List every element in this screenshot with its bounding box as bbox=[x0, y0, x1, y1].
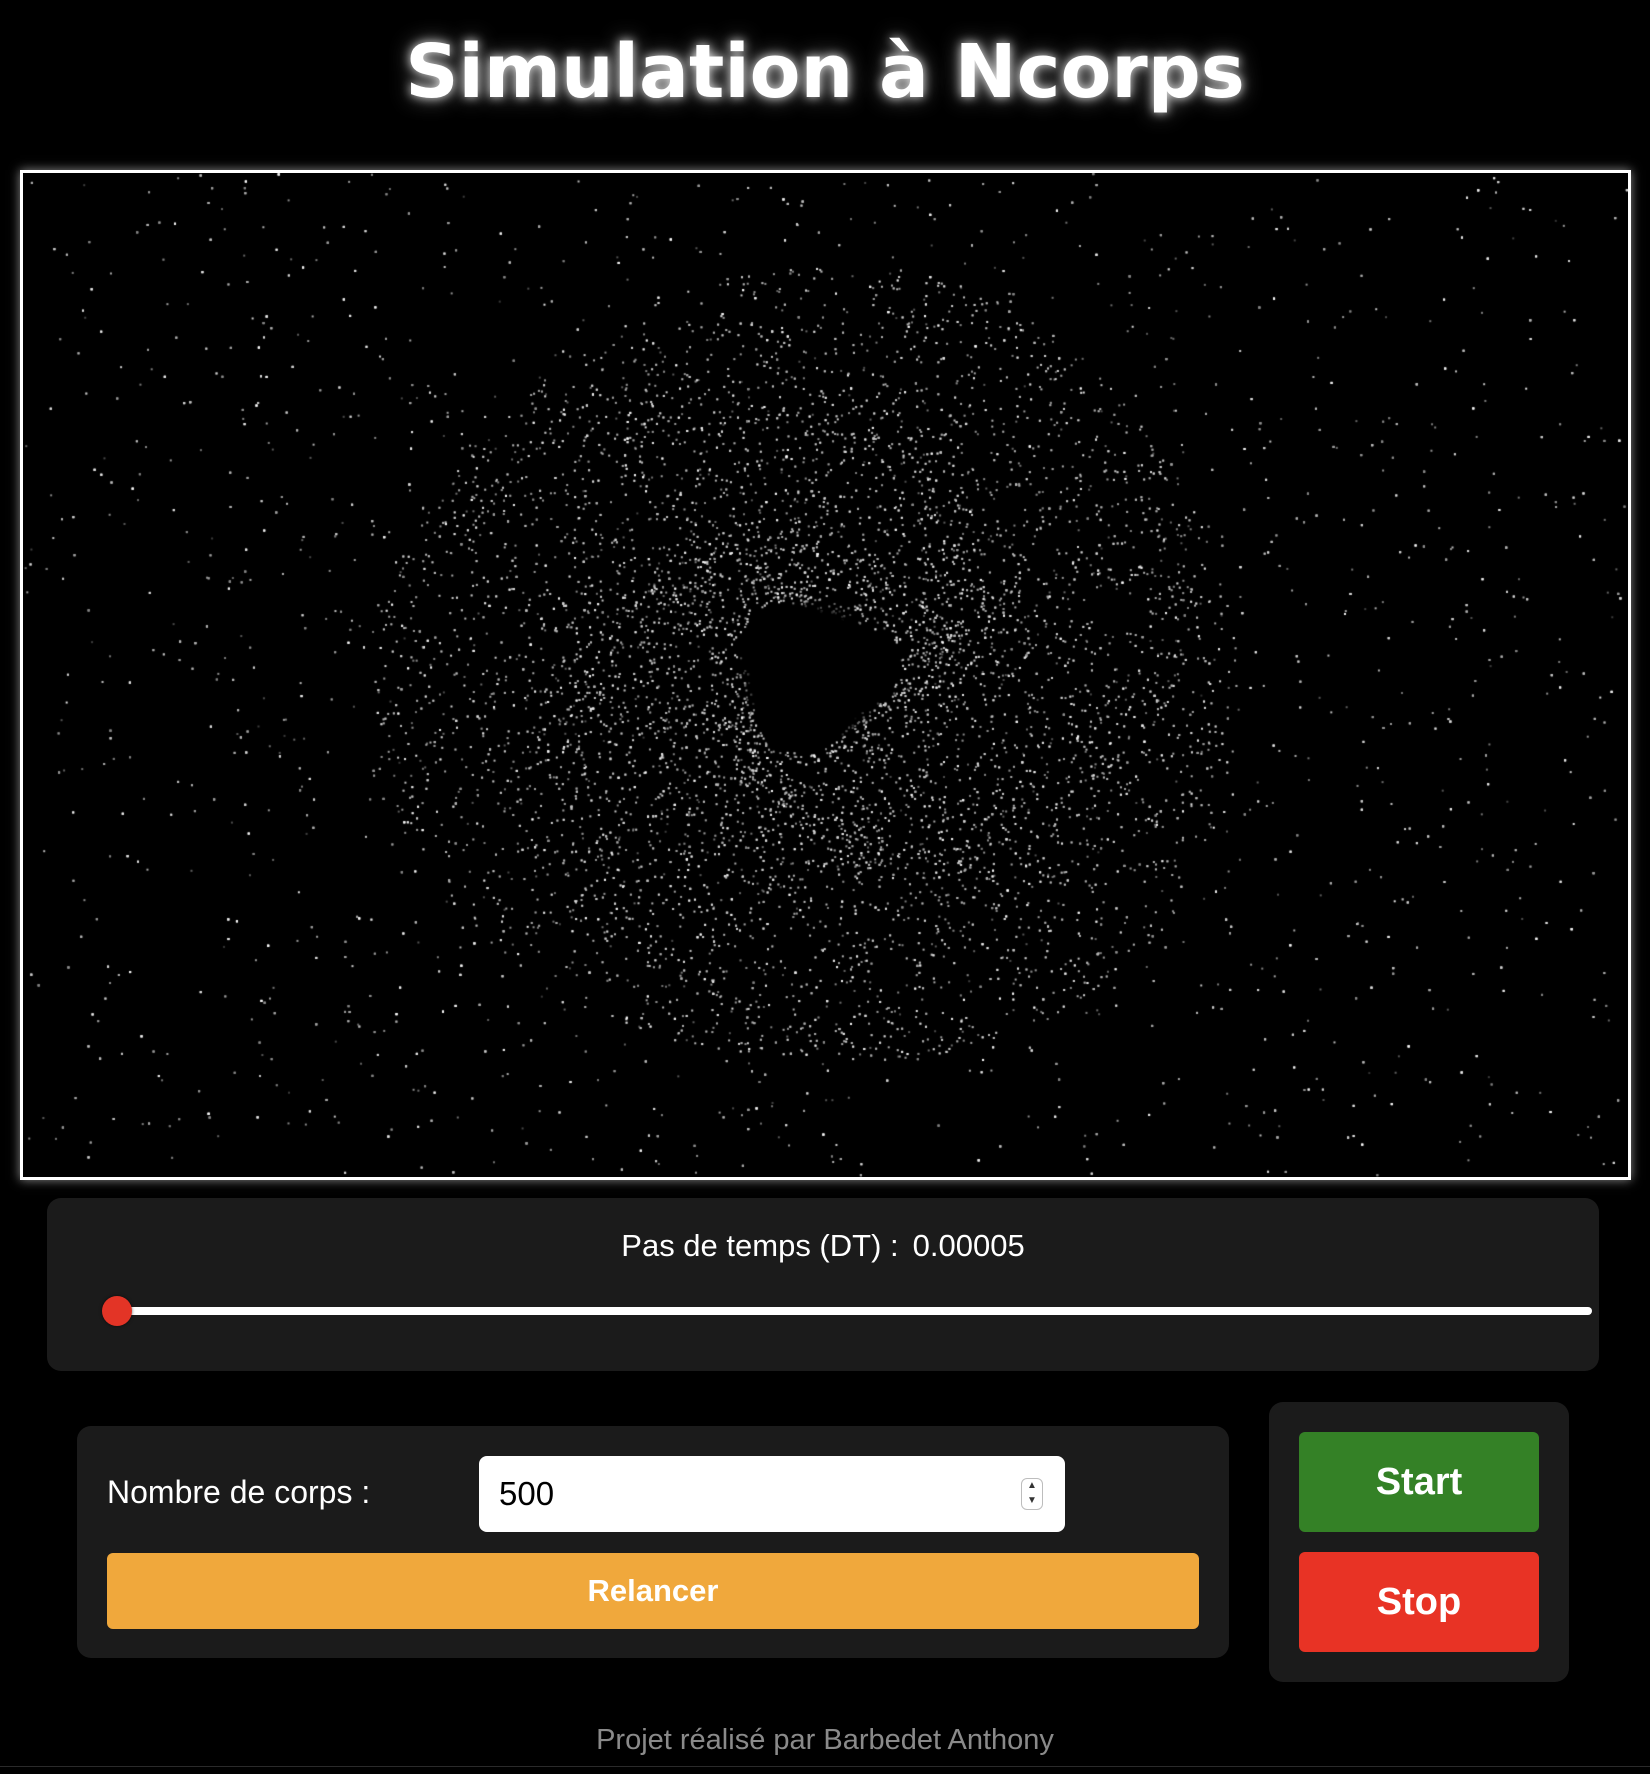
number-spinner[interactable]: ▲ ▼ bbox=[1021, 1478, 1043, 1510]
bodies-panel: Nombre de corps : 500 ▲ ▼ Relancer bbox=[77, 1426, 1229, 1658]
footer-divider bbox=[0, 1766, 1650, 1767]
bodies-count-input[interactable]: 500 ▲ ▼ bbox=[479, 1456, 1065, 1532]
timestep-value: 0.00005 bbox=[912, 1228, 1025, 1263]
footer-credit: Projet réalisé par Barbedet Anthony bbox=[596, 1724, 1054, 1756]
bodies-label: Nombre de corps : bbox=[107, 1474, 371, 1510]
page-title: Simulation à Ncorps bbox=[405, 29, 1245, 115]
slider-track[interactable] bbox=[114, 1307, 1592, 1315]
relaunch-button[interactable]: Relancer bbox=[107, 1553, 1199, 1629]
simulation-canvas[interactable] bbox=[23, 173, 1628, 1177]
stop-button[interactable]: Stop bbox=[1299, 1552, 1539, 1652]
slider-thumb[interactable] bbox=[102, 1296, 132, 1326]
chevron-down-icon[interactable]: ▼ bbox=[1022, 1494, 1042, 1509]
start-button[interactable]: Start bbox=[1299, 1432, 1539, 1532]
timestep-slider[interactable] bbox=[102, 1296, 1592, 1326]
timestep-label-row: Pas de temps (DT) : 0.00005 bbox=[47, 1226, 1599, 1266]
timestep-label: Pas de temps (DT) : bbox=[621, 1228, 899, 1263]
page: Simulation à Ncorps Pas de temps (DT) : 0… bbox=[0, 0, 1650, 1774]
simulation-canvas-frame bbox=[20, 170, 1631, 1180]
bodies-count-value[interactable]: 500 bbox=[499, 1474, 554, 1514]
timestep-panel: Pas de temps (DT) : 0.00005 bbox=[47, 1198, 1599, 1371]
control-panel: Start Stop bbox=[1269, 1402, 1569, 1682]
chevron-up-icon[interactable]: ▲ bbox=[1022, 1479, 1042, 1494]
